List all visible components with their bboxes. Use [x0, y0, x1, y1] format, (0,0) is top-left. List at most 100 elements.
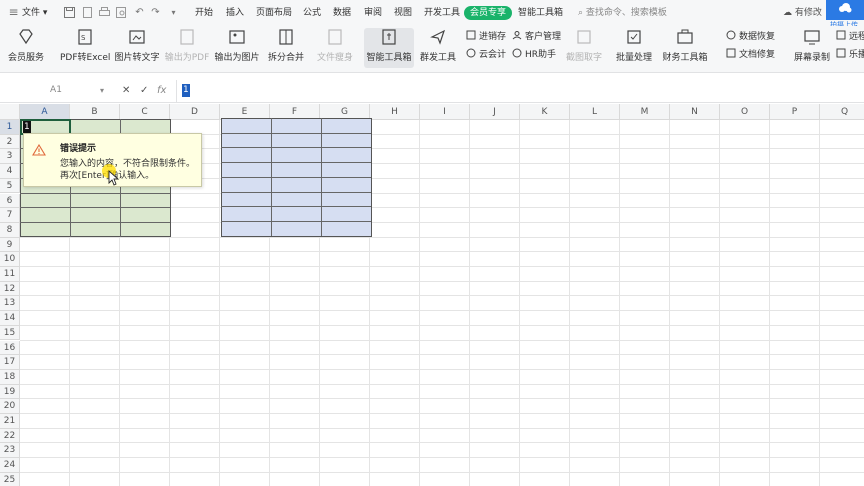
lebo-cast-button[interactable]: 乐播 — [836, 48, 864, 62]
remote-button[interactable]: 远程 — [836, 30, 864, 44]
column-header-k[interactable]: K — [520, 104, 570, 120]
gridline-vertical — [719, 120, 720, 486]
remote-icon — [836, 30, 846, 40]
save-icon[interactable] — [64, 7, 75, 18]
file-menu[interactable]: 文件 ▾ — [22, 6, 47, 20]
export-image-button[interactable]: 输出为图片 — [214, 28, 260, 63]
column-header-a[interactable]: A — [20, 104, 70, 120]
export-pdf-button[interactable]: 输出为PDF — [164, 28, 210, 63]
row-header-9[interactable]: 9 — [0, 237, 20, 253]
row-header-7[interactable]: 7 — [0, 208, 20, 223]
row-header-2[interactable]: 2 — [0, 134, 20, 150]
batch-process-button[interactable]: 批量处理 — [612, 28, 656, 63]
namebox-dropdown-icon[interactable]: ▾ — [100, 84, 104, 98]
customize-arrow-icon[interactable]: ▾ — [168, 7, 179, 18]
tab-formula[interactable]: 公式 — [303, 6, 321, 20]
finance-toolbox-button[interactable]: 财务工具箱 — [662, 28, 708, 63]
column-header-i[interactable]: I — [420, 104, 470, 120]
row-header-16[interactable]: 16 — [0, 340, 20, 356]
invoicing-button[interactable]: 进销存 — [466, 30, 506, 44]
select-all-corner[interactable] — [0, 104, 20, 120]
gridline-horizontal — [20, 295, 864, 297]
row-header-1[interactable]: 1 — [0, 120, 20, 135]
column-header-l[interactable]: L — [570, 104, 620, 120]
row-header-15[interactable]: 15 — [0, 325, 20, 341]
file-slim-button[interactable]: 文件瘦身 — [312, 28, 358, 63]
row-header-5[interactable]: 5 — [0, 178, 20, 194]
row-header-25[interactable]: 25 — [0, 472, 20, 486]
name-box[interactable]: A1 — [4, 83, 108, 98]
split-merge-button[interactable]: 拆分合并 — [264, 28, 308, 63]
screen-record-button[interactable]: 屏幕录制 — [792, 28, 832, 63]
row-header-17[interactable]: 17 — [0, 355, 20, 370]
column-header-m[interactable]: M — [620, 104, 670, 120]
column-header-b[interactable]: B — [70, 104, 120, 120]
tab-page-layout[interactable]: 页面布局 — [256, 6, 292, 20]
tab-view[interactable]: 视图 — [394, 6, 412, 20]
column-header-q[interactable]: Q — [820, 104, 864, 120]
row-header-20[interactable]: 20 — [0, 399, 20, 414]
row-header-10[interactable]: 10 — [0, 252, 20, 267]
mass-send-button[interactable]: 群发工具 — [418, 28, 458, 63]
insert-function-icon[interactable]: fx — [157, 84, 166, 98]
gridline-vertical — [519, 120, 520, 486]
column-header-h[interactable]: H — [370, 104, 420, 120]
column-header-o[interactable]: O — [720, 104, 770, 120]
hr-assistant-button[interactable]: HR助手 — [512, 48, 556, 62]
smart-toolbox-button[interactable]: 智能工具箱 — [364, 28, 414, 68]
column-header-n[interactable]: N — [670, 104, 720, 120]
row-header-23[interactable]: 23 — [0, 443, 20, 459]
image-to-text-button[interactable]: 图片转文字 — [114, 28, 160, 63]
row-header-13[interactable]: 13 — [0, 296, 20, 312]
column-header-c[interactable]: C — [120, 104, 170, 120]
tab-smart-toolbox[interactable]: 智能工具箱 — [518, 6, 563, 20]
ribbon: 会员服务 S PDF转Excel 图片转文字 输出为PDF 输出为图片 拆分合并… — [0, 26, 864, 73]
row-header-6[interactable]: 6 — [0, 193, 20, 209]
tab-member-exclusive[interactable]: 会员专享 — [464, 6, 513, 20]
member-service-button[interactable]: 会员服务 — [4, 28, 48, 63]
doc-repair-button[interactable]: 文档修复 — [726, 48, 775, 62]
export-icon[interactable] — [82, 7, 93, 18]
row-header-12[interactable]: 12 — [0, 281, 20, 297]
row-header-24[interactable]: 24 — [0, 458, 20, 473]
cloud-sync-status[interactable]: ☁ 有修改 — [783, 6, 822, 20]
row-header-4[interactable]: 4 — [0, 164, 20, 179]
undo-icon[interactable]: ↶ — [134, 7, 145, 18]
pdf-to-excel-button[interactable]: S PDF转Excel — [60, 28, 110, 63]
formula-input[interactable]: 1 — [182, 84, 190, 97]
blue-range-border-horizontal — [221, 220, 371, 222]
tab-data[interactable]: 数据 — [333, 6, 351, 20]
row-header-18[interactable]: 18 — [0, 369, 20, 385]
upload-badge[interactable] — [826, 0, 864, 20]
column-header-p[interactable]: P — [770, 104, 820, 120]
row-header-11[interactable]: 11 — [0, 267, 20, 282]
print-icon[interactable] — [99, 7, 110, 18]
row-header-21[interactable]: 21 — [0, 414, 20, 429]
tab-home[interactable]: 开始 — [195, 6, 213, 20]
gridline-horizontal — [20, 339, 864, 341]
row-header-19[interactable]: 19 — [0, 384, 20, 400]
active-cell-value[interactable]: 1 — [23, 121, 31, 133]
confirm-entry-icon[interactable]: ✓ — [140, 84, 148, 98]
data-recovery-button[interactable]: 数据恢复 — [726, 30, 775, 44]
tab-review[interactable]: 审阅 — [364, 6, 382, 20]
export-image-icon — [229, 30, 245, 44]
hr-icon — [512, 48, 522, 58]
column-header-d[interactable]: D — [170, 104, 220, 120]
row-header-3[interactable]: 3 — [0, 149, 20, 165]
redo-icon[interactable]: ↷ — [150, 7, 161, 18]
row-header-14[interactable]: 14 — [0, 311, 20, 326]
column-header-j[interactable]: J — [470, 104, 520, 120]
command-search[interactable]: ⌕ 查找命令、搜索模板 — [578, 6, 667, 20]
tab-developer[interactable]: 开发工具 — [424, 6, 460, 20]
row-header-8[interactable]: 8 — [0, 222, 20, 238]
screenshot-text-button[interactable]: 截图取字 — [564, 28, 604, 63]
gridline-horizontal — [20, 324, 864, 326]
tab-insert[interactable]: 插入 — [226, 6, 244, 20]
cloud-accounting-button[interactable]: 云会计 — [466, 48, 506, 62]
hamburger-menu-icon[interactable]: ≡ — [8, 6, 19, 18]
print-preview-icon[interactable] — [116, 7, 127, 18]
customer-management-button[interactable]: 客户管理 — [512, 30, 561, 44]
row-header-22[interactable]: 22 — [0, 428, 20, 444]
cancel-entry-icon[interactable]: ✕ — [122, 84, 130, 98]
